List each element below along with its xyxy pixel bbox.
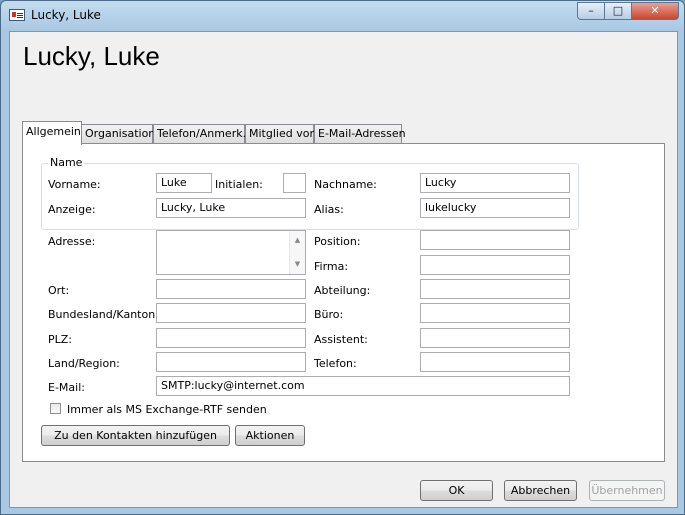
alias-field[interactable]: lukelucky bbox=[420, 198, 570, 218]
adresse-textarea[interactable]: ▲ ▼ bbox=[156, 230, 306, 275]
properties-window: Lucky, Luke – □ ✕ Lucky, Luke Allgemein … bbox=[0, 0, 685, 515]
nachname-field[interactable]: Lucky bbox=[420, 173, 570, 193]
tab-organisation[interactable]: Organisation bbox=[81, 124, 155, 144]
bundesland-label: Bundesland/Kanton: bbox=[48, 308, 159, 321]
tab-mitglied-von[interactable]: Mitglied von bbox=[245, 124, 316, 144]
ort-field[interactable] bbox=[156, 279, 306, 299]
vorname-field[interactable]: Luke bbox=[156, 173, 212, 193]
tab-email-adressen[interactable]: E-Mail-Adressen bbox=[314, 124, 406, 144]
firma-label: Firma: bbox=[314, 260, 349, 273]
assistent-field[interactable] bbox=[420, 328, 570, 348]
email-label: E-Mail: bbox=[48, 381, 85, 394]
close-button[interactable]: ✕ bbox=[631, 2, 679, 20]
tab-panel-allgemein: Name Vorname: Luke Initialen: Nachname: … bbox=[22, 143, 665, 462]
nachname-label: Nachname: bbox=[314, 178, 377, 191]
minimize-button[interactable]: – bbox=[577, 2, 605, 20]
adresse-scrollbar[interactable]: ▲ ▼ bbox=[289, 231, 305, 274]
maximize-button[interactable]: □ bbox=[604, 2, 632, 20]
plz-label: PLZ: bbox=[48, 333, 73, 346]
position-label: Position: bbox=[314, 235, 361, 248]
telefon-label: Telefon: bbox=[314, 357, 357, 370]
buero-label: Büro: bbox=[314, 308, 344, 321]
anzeige-field[interactable]: Lucky, Luke bbox=[156, 198, 306, 218]
title-bar[interactable]: Lucky, Luke – □ ✕ bbox=[1, 1, 684, 31]
initialen-field[interactable] bbox=[283, 173, 306, 193]
land-field[interactable] bbox=[156, 352, 306, 372]
display-name-heading: Lucky, Luke bbox=[23, 41, 160, 71]
tab-telefon-anmerk[interactable]: Telefon/Anmerk. bbox=[153, 124, 246, 144]
position-field[interactable] bbox=[420, 230, 570, 250]
apply-button[interactable]: Übernehmen bbox=[589, 480, 665, 501]
contact-card-icon bbox=[9, 9, 25, 21]
vorname-label: Vorname: bbox=[48, 178, 101, 191]
ok-button[interactable]: OK bbox=[420, 480, 493, 501]
dialog-client-area: Lucky, Luke Allgemein Organisation Telef… bbox=[9, 31, 678, 508]
tab-allgemein[interactable]: Allgemein bbox=[22, 121, 82, 145]
assistent-label: Assistent: bbox=[314, 333, 368, 346]
scroll-up-arrow-icon[interactable]: ▲ bbox=[290, 233, 305, 248]
add-to-contacts-button[interactable]: Zu den Kontakten hinzufügen bbox=[41, 425, 230, 446]
rtf-checkbox-label: Immer als MS Exchange-RTF senden bbox=[67, 403, 267, 416]
ort-label: Ort: bbox=[48, 284, 70, 297]
anzeige-label: Anzeige: bbox=[48, 203, 96, 216]
abteilung-field[interactable] bbox=[420, 279, 570, 299]
rtf-checkbox[interactable] bbox=[50, 403, 61, 414]
scroll-down-arrow-icon[interactable]: ▼ bbox=[290, 257, 305, 272]
window-title: Lucky, Luke bbox=[31, 8, 101, 22]
telefon-field[interactable] bbox=[420, 352, 570, 372]
cancel-button[interactable]: Abbrechen bbox=[504, 480, 577, 501]
alias-label: Alias: bbox=[314, 203, 344, 216]
firma-field[interactable] bbox=[420, 255, 570, 275]
email-field[interactable]: SMTP:lucky@internet.com bbox=[156, 376, 570, 396]
bundesland-field[interactable] bbox=[156, 303, 306, 323]
buero-field[interactable] bbox=[420, 303, 570, 323]
name-group-title: Name bbox=[48, 156, 85, 169]
actions-button[interactable]: Aktionen bbox=[235, 425, 305, 446]
adresse-label: Adresse: bbox=[48, 235, 96, 248]
land-label: Land/Region: bbox=[48, 357, 120, 370]
abteilung-label: Abteilung: bbox=[314, 284, 371, 297]
plz-field[interactable] bbox=[156, 328, 306, 348]
initialen-label: Initialen: bbox=[215, 178, 263, 191]
